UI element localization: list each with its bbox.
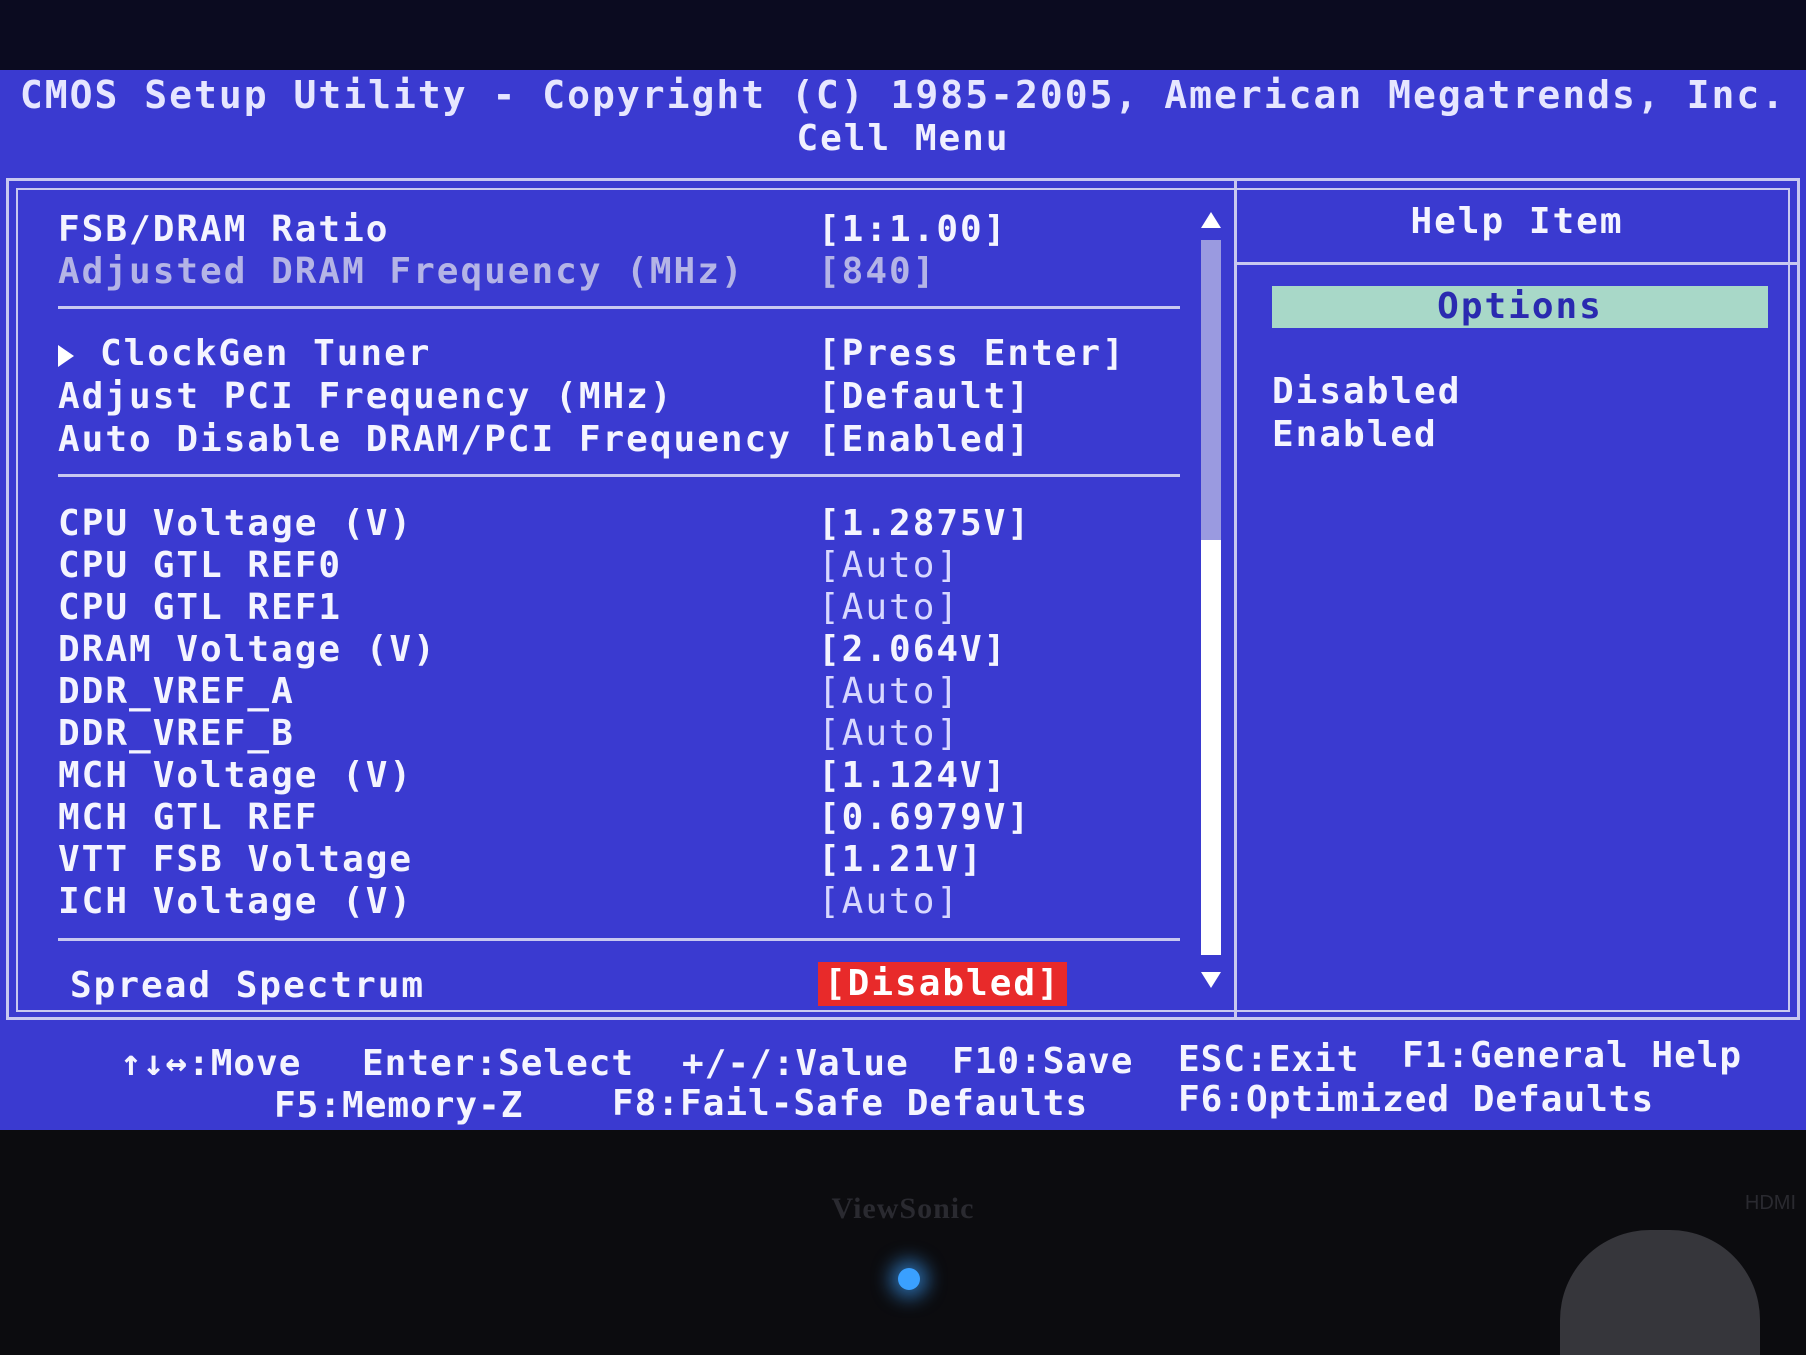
scroll-up-arrow-icon[interactable]: [1201, 212, 1221, 228]
setting-clockgen-tuner[interactable]: ClockGen Tuner [Press Enter]: [58, 332, 1208, 376]
setting-value[interactable]: [Default]: [818, 375, 1031, 419]
setting-mch-voltage[interactable]: MCH Voltage (V) [1.124V]: [58, 754, 1208, 798]
key-hint-general-help: F1:General Help: [1402, 1035, 1743, 1076]
key-hint-memory-z: F5:Memory-Z: [274, 1085, 524, 1126]
monitor-brand-logo: ViewSonic: [831, 1192, 975, 1225]
setting-label: Spread Spectrum: [70, 965, 426, 1006]
section-divider: [58, 306, 1180, 309]
setting-value[interactable]: [1.124V]: [818, 754, 1007, 798]
setting-fsb-dram-ratio[interactable]: FSB/DRAM Ratio [1:1.00]: [58, 208, 1208, 252]
utility-title: CMOS Setup Utility - Copyright (C) 1985-…: [19, 73, 1787, 117]
setting-label: Auto Disable DRAM/PCI Frequency: [58, 419, 792, 460]
setting-cpu-voltage[interactable]: CPU Voltage (V) [1.2875V]: [58, 502, 1208, 546]
setting-value[interactable]: [Press Enter]: [818, 332, 1126, 376]
setting-label: CPU GTL REF1: [58, 587, 343, 628]
power-led-icon: [898, 1268, 920, 1290]
setting-value[interactable]: [Auto]: [818, 670, 960, 714]
setting-value[interactable]: [Auto]: [818, 712, 960, 756]
key-hint-value: +/-/:Value: [682, 1043, 909, 1084]
section-divider: [58, 474, 1180, 477]
setting-cpu-gtl-ref1[interactable]: CPU GTL REF1 [Auto]: [58, 586, 1208, 630]
setting-label: CPU Voltage (V): [58, 503, 414, 544]
setting-value[interactable]: [1.2875V]: [818, 502, 1031, 546]
setting-label: ClockGen Tuner: [58, 332, 431, 376]
key-hint-exit: ESC:Exit: [1178, 1039, 1360, 1080]
key-hint-fail-safe: F8:Fail-Safe Defaults: [612, 1083, 1089, 1124]
submenu-arrow-icon: [58, 345, 74, 367]
setting-value[interactable]: [Enabled]: [818, 418, 1031, 462]
setting-value[interactable]: [1:1.00]: [818, 208, 1007, 252]
setting-value[interactable]: [2.064V]: [818, 628, 1007, 672]
setting-label: Adjusted DRAM Frequency (MHz): [58, 251, 745, 292]
menu-title: Cell Menu: [796, 118, 1010, 159]
setting-label: MCH GTL REF: [58, 797, 319, 838]
setting-value[interactable]: [0.6979V]: [818, 796, 1031, 840]
key-hint-select: Enter:Select: [362, 1043, 635, 1084]
setting-cpu-gtl-ref0[interactable]: CPU GTL REF0 [Auto]: [58, 544, 1208, 588]
setting-ddr-vref-b[interactable]: DDR_VREF_B [Auto]: [58, 712, 1208, 756]
selected-setting-value[interactable]: [Disabled]: [818, 962, 1067, 1006]
help-option: Disabled: [1272, 371, 1462, 412]
setting-label: FSB/DRAM Ratio: [58, 209, 390, 250]
setting-value[interactable]: [1.21V]: [818, 838, 984, 882]
setting-auto-disable-dram-pci[interactable]: Auto Disable DRAM/PCI Frequency [Enabled…: [58, 418, 1208, 462]
setting-ich-voltage[interactable]: ICH Voltage (V) [Auto]: [58, 880, 1208, 924]
key-hint-move: ↑↓↔:Move: [120, 1043, 302, 1084]
setting-spread-spectrum[interactable]: Spread Spectrum [Disabled]: [58, 962, 1208, 1008]
help-panel-title: Help Item: [1410, 201, 1624, 242]
help-option: Enabled: [1272, 414, 1438, 455]
scrollbar-thumb[interactable]: [1201, 540, 1221, 955]
setting-value[interactable]: [Auto]: [818, 880, 960, 924]
key-hint-optimized: F6:Optimized Defaults: [1178, 1079, 1655, 1120]
setting-value[interactable]: [Auto]: [818, 586, 960, 630]
setting-value[interactable]: [Auto]: [818, 544, 960, 588]
setting-mch-gtl-ref[interactable]: MCH GTL REF [0.6979V]: [58, 796, 1208, 840]
help-panel-divider: [1237, 262, 1800, 265]
setting-label: ICH Voltage (V): [58, 881, 414, 922]
setting-adjusted-dram-frequency: Adjusted DRAM Frequency (MHz) [840]: [58, 250, 1208, 294]
clockgen-label-text: ClockGen Tuner: [100, 333, 432, 374]
monitor-bezel: [0, 1130, 1806, 1355]
setting-adjust-pci-frequency[interactable]: Adjust PCI Frequency (MHz) [Default]: [58, 375, 1208, 419]
setting-label: CPU GTL REF0: [58, 545, 343, 586]
screen-top-border: [0, 0, 1806, 70]
setting-label: VTT FSB Voltage: [58, 839, 414, 880]
section-divider: [58, 938, 1180, 941]
panel-divider: [1234, 178, 1237, 1020]
scroll-down-arrow-icon[interactable]: [1201, 972, 1221, 988]
setting-label: Adjust PCI Frequency (MHz): [58, 376, 674, 417]
setting-dram-voltage[interactable]: DRAM Voltage (V) [2.064V]: [58, 628, 1208, 672]
setting-label: MCH Voltage (V): [58, 755, 414, 796]
setting-label: DDR_VREF_A: [58, 671, 295, 712]
key-hint-save: F10:Save: [952, 1041, 1134, 1082]
options-header: Options: [1272, 286, 1768, 328]
setting-label: DDR_VREF_B: [58, 713, 295, 754]
setting-ddr-vref-a[interactable]: DDR_VREF_A [Auto]: [58, 670, 1208, 714]
setting-value: [840]: [818, 251, 937, 292]
setting-label: DRAM Voltage (V): [58, 629, 437, 670]
hdmi-label: HDMI: [1744, 1192, 1796, 1214]
setting-vtt-fsb-voltage[interactable]: VTT FSB Voltage [1.21V]: [58, 838, 1208, 882]
